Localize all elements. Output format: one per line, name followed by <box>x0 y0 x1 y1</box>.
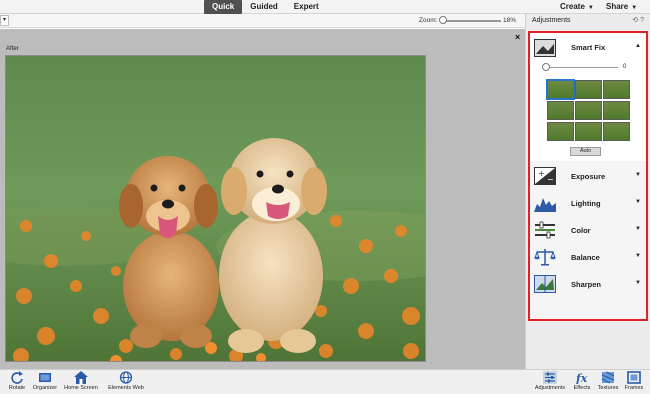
frame-icon <box>627 371 641 384</box>
chevron-down-icon: ▼ <box>631 5 638 11</box>
mode-switcher: Quick Guided Expert <box>204 0 327 14</box>
zoom-label: Zoom: <box>419 17 438 24</box>
close-icon[interactable]: × <box>515 32 520 42</box>
preset-thumbnail[interactable] <box>546 79 575 100</box>
zoom-slider-track[interactable] <box>441 20 501 22</box>
chevron-down-icon: ▼ <box>635 253 641 259</box>
smart-fix-slider-handle[interactable] <box>542 63 550 71</box>
preset-thumbnail[interactable] <box>575 101 602 120</box>
preset-thumbnail[interactable] <box>603 101 630 120</box>
adjustments-list: Smart Fix ▲ 0 Auto + − Exposure ▼ Lighti… <box>528 31 648 321</box>
svg-text:−: − <box>547 175 554 184</box>
image-canvas: After × <box>0 29 525 369</box>
mode-tab-expert[interactable]: Expert <box>286 0 327 14</box>
mode-tab-guided[interactable]: Guided <box>242 0 286 14</box>
lighting-icon <box>534 198 556 212</box>
create-menu[interactable]: Create ▼ <box>560 0 594 14</box>
adjustments-icon <box>543 371 557 384</box>
share-menu[interactable]: Share ▼ <box>606 0 637 14</box>
chevron-down-icon: ▼ <box>635 172 641 178</box>
rotate-label: Rotate <box>8 385 26 391</box>
puppies-photo-image <box>6 56 425 361</box>
exposure-icon: + − <box>534 167 556 185</box>
chevron-down-icon: ▼ <box>587 5 594 11</box>
adjustment-balance[interactable]: Balance ▼ <box>530 245 646 271</box>
adjustment-label: Color <box>571 226 591 235</box>
smart-fix-value: 0 <box>623 64 627 70</box>
textures-icon <box>601 371 615 384</box>
auto-button[interactable]: Auto <box>570 147 601 156</box>
svg-text:+: + <box>538 169 545 178</box>
smart-fix-label[interactable]: Smart Fix <box>571 43 605 52</box>
smart-fix-presets <box>546 79 631 141</box>
view-dropdown[interactable]: ▾ <box>0 15 9 26</box>
elements-web-label: Elements Web <box>108 385 144 391</box>
adjustment-lighting[interactable]: Lighting ▼ <box>530 191 646 217</box>
chevron-up-icon[interactable]: ▲ <box>635 43 641 49</box>
chevron-down-icon: ▼ <box>635 226 641 232</box>
rotate-icon <box>11 371 23 384</box>
organizer-label: Organizer <box>32 385 58 391</box>
view-label: After <box>6 46 19 52</box>
adjustment-exposure[interactable]: + − Exposure ▼ <box>530 164 646 190</box>
preset-thumbnail[interactable] <box>575 122 602 141</box>
preset-thumbnail[interactable] <box>603 122 630 141</box>
color-sliders-icon <box>535 221 555 239</box>
adjustments-tab-button[interactable]: Adjustments <box>532 371 568 391</box>
preset-thumbnail[interactable] <box>547 101 574 120</box>
textures-button[interactable]: Textures <box>596 371 620 391</box>
smart-fix-slider-track[interactable] <box>545 67 618 68</box>
adjustment-label: Sharpen <box>571 280 602 289</box>
mode-tab-quick[interactable]: Quick <box>204 0 243 14</box>
chevron-down-icon: ▼ <box>635 280 641 286</box>
adjustment-label: Exposure <box>571 172 606 181</box>
adjustments-panel: Adjustments ⟲ ? Smart Fix ▲ 0 Auto + − E… <box>525 14 650 369</box>
fx-icon: fx <box>575 372 588 384</box>
preset-thumbnail[interactable] <box>603 80 630 99</box>
smart-fix-section: Smart Fix ▲ 0 Auto <box>530 33 646 161</box>
rotate-button[interactable]: Rotate <box>4 371 30 391</box>
preset-thumbnail[interactable] <box>575 80 602 99</box>
frames-label: Frames <box>624 385 644 391</box>
help-icon[interactable]: ? <box>640 17 644 24</box>
smart-fix-icon <box>534 39 556 57</box>
effects-button[interactable]: fx Effects <box>570 371 594 391</box>
svg-text:fx: fx <box>575 372 588 384</box>
options-bar: ▾ Zoom: 18% <box>0 14 525 28</box>
zoom-slider-handle[interactable] <box>439 16 447 24</box>
elements-web-button[interactable]: Elements Web <box>106 371 146 391</box>
effects-label: Effects <box>573 385 591 391</box>
organizer-icon <box>39 373 51 382</box>
adjustment-color[interactable]: Color ▼ <box>530 218 646 244</box>
globe-icon <box>119 371 133 384</box>
create-label: Create <box>560 2 585 11</box>
photo[interactable] <box>5 55 426 362</box>
chevron-down-icon: ▼ <box>635 199 641 205</box>
frames-button[interactable]: Frames <box>622 371 646 391</box>
balance-scale-icon <box>534 249 556 266</box>
adjustment-sharpen[interactable]: Sharpen ▼ <box>530 272 646 298</box>
textures-label: Textures <box>597 385 619 391</box>
organizer-button[interactable]: Organizer <box>32 371 58 391</box>
zoom-value: 18% <box>503 17 517 24</box>
adjustment-label: Lighting <box>571 199 601 208</box>
adjustments-tab-label: Adjustments <box>534 385 566 391</box>
share-label: Share <box>606 2 629 11</box>
bottom-toolbar: Rotate Organizer Home Screen Elements We… <box>0 369 650 394</box>
preset-thumbnail[interactable] <box>547 122 574 141</box>
home-icon <box>74 371 88 384</box>
top-bar: Quick Guided Expert Create ▼ Share ▼ <box>0 0 650 14</box>
reset-icon[interactable]: ⟲ <box>632 17 638 24</box>
sharpen-icon <box>534 275 556 293</box>
home-screen-label: Home Screen <box>64 385 98 391</box>
adjustment-label: Balance <box>571 253 600 262</box>
home-screen-button[interactable]: Home Screen <box>62 371 100 391</box>
panel-title: Adjustments <box>532 17 571 24</box>
